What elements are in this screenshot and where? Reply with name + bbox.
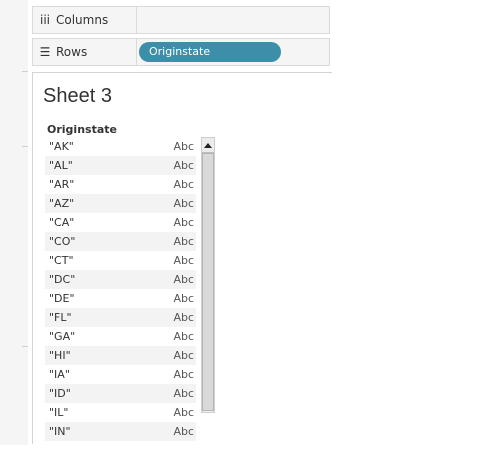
table-row[interactable]: "IA" Abc	[45, 365, 196, 384]
sheet-title: Sheet 3	[43, 85, 112, 107]
table-row[interactable]: "AZ" Abc	[45, 194, 196, 213]
abc-cell: Abc	[173, 254, 194, 267]
columns-shelf-label: iii Columns	[33, 7, 137, 33]
vertical-scrollbar[interactable]	[201, 137, 215, 413]
columns-label: Columns	[56, 13, 109, 27]
state-cell: "GA"	[49, 330, 76, 343]
abc-cell: Abc	[173, 406, 194, 419]
table-row[interactable]: "DE" Abc	[45, 289, 196, 308]
left-side-pane	[0, 0, 28, 445]
abc-cell: Abc	[173, 273, 194, 286]
state-cell: "IL"	[49, 406, 69, 419]
abc-cell: Abc	[173, 311, 194, 324]
abc-cell: Abc	[173, 159, 194, 172]
state-cell: "AZ"	[49, 197, 75, 210]
abc-cell: Abc	[173, 387, 194, 400]
table-row[interactable]: "CT" Abc	[45, 251, 196, 270]
abc-cell: Abc	[173, 349, 194, 362]
state-cell: "CO"	[49, 235, 76, 248]
table-row[interactable]: "DC" Abc	[45, 270, 196, 289]
table-row[interactable]: "ID" Abc	[45, 384, 196, 403]
state-cell: "CA"	[49, 216, 75, 229]
rows-label: Rows	[56, 45, 88, 59]
pane-divider	[22, 346, 28, 347]
state-cell: "AK"	[49, 140, 74, 153]
columns-icon: iii	[39, 13, 50, 27]
columns-shelf[interactable]: iii Columns	[32, 6, 330, 34]
table-row[interactable]: "FL" Abc	[45, 308, 196, 327]
arrow-up-icon	[204, 142, 212, 148]
tableau-worksheet-view: iii Columns ☰ Rows Originstate Sheet 3 O…	[0, 0, 485, 455]
abc-cell: Abc	[173, 235, 194, 248]
originstate-pill[interactable]: Originstate	[139, 42, 281, 62]
table-row[interactable]: "CA" Abc	[45, 213, 196, 232]
abc-cell: Abc	[173, 197, 194, 210]
table-row[interactable]: "AK" Abc	[45, 137, 196, 156]
state-cell: "ID"	[49, 387, 71, 400]
pane-divider	[22, 71, 28, 72]
state-cell: "HI"	[49, 349, 71, 362]
state-cell: "AL"	[49, 159, 73, 172]
abc-cell: Abc	[173, 368, 194, 381]
state-cell: "FL"	[49, 311, 72, 324]
table-row[interactable]: "AR" Abc	[45, 175, 196, 194]
abc-cell: Abc	[173, 425, 194, 438]
abc-cell: Abc	[173, 216, 194, 229]
state-cell: "IN"	[49, 425, 71, 438]
table-row[interactable]: "IL" Abc	[45, 403, 196, 422]
pane-divider	[22, 146, 28, 147]
table-row[interactable]: "GA" Abc	[45, 327, 196, 346]
state-cell: "DC"	[49, 273, 76, 286]
abc-cell: Abc	[173, 140, 194, 153]
state-cell: "IA"	[49, 368, 70, 381]
state-cell: "CT"	[49, 254, 74, 267]
column-header: Originstate	[47, 123, 117, 136]
abc-cell: Abc	[173, 330, 194, 343]
abc-cell: Abc	[173, 178, 194, 191]
state-cell: "AR"	[49, 178, 75, 191]
scroll-thumb[interactable]	[202, 153, 214, 411]
state-cell: "DE"	[49, 292, 75, 305]
table-row[interactable]: "IN" Abc	[45, 422, 196, 441]
data-table: "AK" Abc "AL" Abc "AR" Abc "AZ" Abc "CA" Abc "CO" A…	[45, 137, 196, 441]
rows-shelf[interactable]: ☰ Rows Originstate	[32, 38, 330, 66]
rows-shelf-label: ☰ Rows	[33, 39, 137, 65]
table-row[interactable]: "CO" Abc	[45, 232, 196, 251]
worksheet-canvas: Sheet 3 Originstate "AK" Abc "AL" Abc "AR" Ab…	[32, 72, 332, 444]
scroll-up-button[interactable]	[202, 138, 214, 153]
abc-cell: Abc	[173, 292, 194, 305]
table-row[interactable]: "HI" Abc	[45, 346, 196, 365]
rows-icon: ☰	[39, 45, 51, 59]
table-row[interactable]: "AL" Abc	[45, 156, 196, 175]
